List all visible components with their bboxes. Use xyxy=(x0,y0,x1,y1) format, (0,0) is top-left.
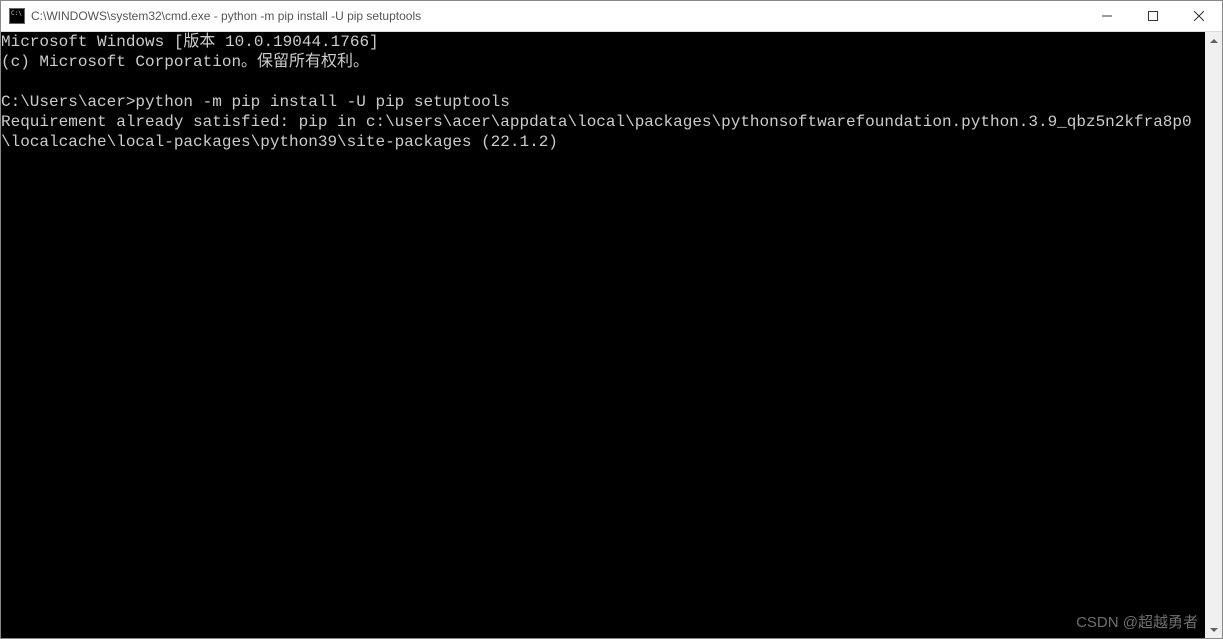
close-button[interactable] xyxy=(1176,1,1222,31)
minimize-icon xyxy=(1102,11,1112,21)
cmd-icon xyxy=(9,8,25,24)
terminal-output[interactable]: Microsoft Windows [版本 10.0.19044.1766] (… xyxy=(1,32,1205,638)
close-icon xyxy=(1194,11,1204,21)
scroll-up-button[interactable] xyxy=(1205,32,1222,49)
scroll-down-button[interactable] xyxy=(1205,621,1222,638)
terminal-area: Microsoft Windows [版本 10.0.19044.1766] (… xyxy=(1,32,1222,638)
cmd-window: C:\WINDOWS\system32\cmd.exe - python -m … xyxy=(0,0,1223,639)
chevron-down-icon xyxy=(1210,628,1218,632)
scroll-track[interactable] xyxy=(1205,49,1222,621)
titlebar[interactable]: C:\WINDOWS\system32\cmd.exe - python -m … xyxy=(1,1,1222,32)
window-controls xyxy=(1084,1,1222,31)
vertical-scrollbar[interactable] xyxy=(1205,32,1222,638)
minimize-button[interactable] xyxy=(1084,1,1130,31)
window-title: C:\WINDOWS\system32\cmd.exe - python -m … xyxy=(31,9,1084,23)
maximize-icon xyxy=(1148,11,1158,21)
chevron-up-icon xyxy=(1210,39,1218,43)
maximize-button[interactable] xyxy=(1130,1,1176,31)
